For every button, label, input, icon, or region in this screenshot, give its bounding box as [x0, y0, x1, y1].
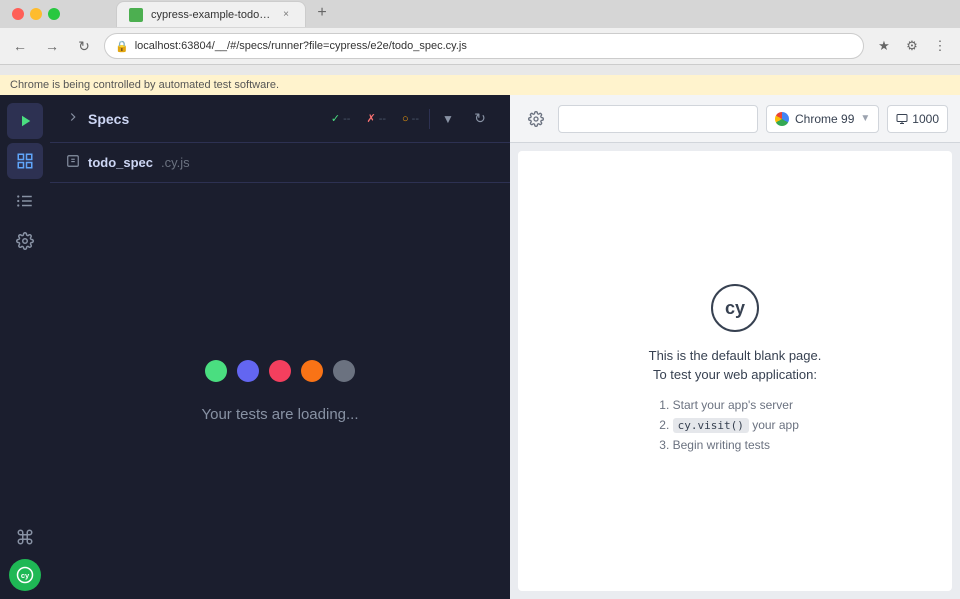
blank-step-1: Start your app's server [673, 398, 822, 412]
sidebar-item-shortcuts[interactable] [7, 519, 43, 555]
tab-close-button[interactable]: × [279, 8, 293, 22]
blank-step-2: cy.visit() your app [673, 418, 822, 432]
spec-row: todo_spec .cy.js [50, 143, 510, 183]
preview-url-input[interactable] [558, 105, 758, 133]
maximize-button[interactable] [48, 8, 60, 20]
url-text: localhost:63804/__/#/specs/runner?file=c… [135, 40, 853, 52]
address-bar-row: ← → ↻ 🔒 localhost:63804/__/#/specs/runne… [0, 28, 960, 65]
loader-dot-orange [301, 360, 323, 382]
loader-dot-green [205, 360, 227, 382]
minimize-button[interactable] [30, 8, 42, 20]
pass-count: -- [343, 113, 350, 125]
app-container: cy Specs ✓ -- ✗ -- ○ -- [0, 95, 960, 599]
address-bar[interactable]: 🔒 localhost:63804/__/#/specs/runner?file… [104, 33, 864, 59]
preview-pane: Chrome 99 ▼ 1000 cy This is the default … [510, 95, 960, 599]
sidebar-item-settings[interactable] [7, 223, 43, 259]
browser-label: Chrome 99 [795, 112, 854, 126]
loader-dot-red [269, 360, 291, 382]
viewport-button[interactable]: 1000 [887, 105, 948, 133]
blank-page-subtitle: To test your web application: [649, 367, 822, 382]
browser-tab[interactable]: cypress-example-todomvc × [116, 1, 306, 27]
cypress-logo[interactable]: cy [9, 559, 41, 591]
spec-extension: .cy.js [161, 155, 190, 170]
fail-stat: ✗ -- [360, 110, 392, 127]
browser-chrome: cypress-example-todomvc × + ← → ↻ 🔒 loca… [0, 0, 960, 75]
visit-badge: cy.visit() [673, 418, 749, 433]
pass-stat: ✓ -- [325, 110, 357, 127]
back-button[interactable]: ← [8, 34, 32, 58]
loading-area: Your tests are loading... [50, 183, 510, 599]
browser-selector[interactable]: Chrome 99 ▼ [766, 105, 879, 133]
fail-count: -- [379, 113, 386, 125]
bookmark-icon[interactable]: ★ [872, 34, 896, 58]
blank-page-title: This is the default blank page. [649, 348, 822, 363]
pending-stat: ○ -- [396, 111, 425, 127]
reload-tests-button[interactable]: ↻ [466, 105, 494, 133]
tab-title: cypress-example-todomvc [151, 9, 271, 21]
loading-text: Your tests are loading... [201, 406, 358, 423]
loader-dot-gray [333, 360, 355, 382]
cypress-blank-logo: cy [711, 284, 759, 332]
new-tab-button[interactable]: + [310, 1, 334, 25]
tab-favicon [129, 8, 143, 22]
forward-button[interactable]: → [40, 34, 64, 58]
browser-toolbar-icons: ★ ⚙ ⋮ [872, 34, 952, 58]
chrome-icon [775, 112, 789, 126]
loader-dot-blue [237, 360, 259, 382]
toolbar-divider [429, 109, 430, 129]
specs-title: Specs [88, 111, 129, 127]
sidebar-item-selector[interactable] [7, 143, 43, 179]
pending-count: -- [412, 113, 419, 125]
sidebar-item-runner[interactable] [7, 103, 43, 139]
traffic-lights [12, 8, 60, 20]
viewport-label: 1000 [912, 112, 939, 126]
profile-icon[interactable]: ⚙ [900, 34, 924, 58]
runner-toolbar: ✓ -- ✗ -- ○ -- ▼ ↻ [325, 105, 494, 133]
preview-content: cy This is the default blank page. To te… [518, 151, 952, 591]
preview-toolbar: Chrome 99 ▼ 1000 [510, 95, 960, 143]
close-button[interactable] [12, 8, 24, 20]
title-bar: cypress-example-todomvc × + [0, 0, 960, 28]
blank-step-2-suffix: your app [752, 418, 799, 432]
spec-filename: todo_spec [88, 155, 153, 170]
icon-sidebar: cy [0, 95, 50, 599]
spec-file-icon [66, 154, 80, 171]
sidebar-item-commands[interactable] [7, 183, 43, 219]
preview-settings-button[interactable] [522, 105, 550, 133]
dropdown-button[interactable]: ▼ [434, 105, 462, 133]
dot-loader [205, 360, 355, 382]
info-bar: Chrome is being controlled by automated … [0, 75, 960, 95]
reload-button[interactable]: ↻ [72, 34, 96, 58]
more-icon[interactable]: ⋮ [928, 34, 952, 58]
blank-page: cy This is the default blank page. To te… [649, 284, 822, 458]
info-bar-text: Chrome is being controlled by automated … [10, 79, 279, 91]
svg-text:cy: cy [21, 571, 30, 580]
runner-panel: Specs ✓ -- ✗ -- ○ -- ▼ ↻ [50, 95, 510, 599]
browser-dropdown-icon: ▼ [860, 113, 870, 124]
blank-step-3: Begin writing tests [673, 438, 822, 452]
specs-icon [66, 110, 80, 127]
runner-header: Specs ✓ -- ✗ -- ○ -- ▼ ↻ [50, 95, 510, 143]
